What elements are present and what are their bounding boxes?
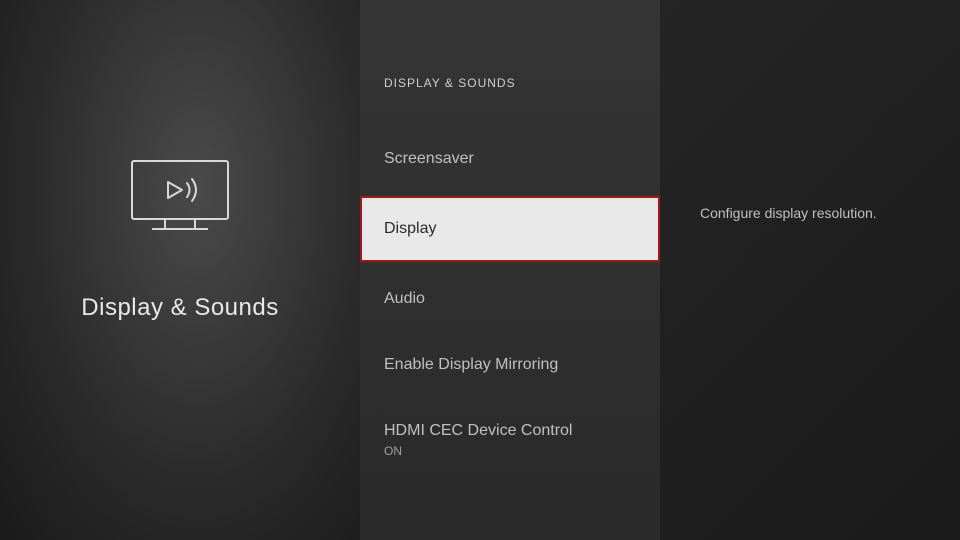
menu-item-screensaver[interactable]: Screensaver <box>360 130 660 188</box>
menu-item-label: Audio <box>384 290 425 307</box>
menu-item-sub-value: ON <box>384 444 636 458</box>
category-title: Display & Sounds <box>81 294 278 322</box>
menu-item-enable-display-mirroring[interactable]: Enable Display Mirroring <box>360 336 660 394</box>
menu-item-label: HDMI CEC Device Control <box>384 422 572 439</box>
menu-item-label: Screensaver <box>384 150 474 167</box>
category-panel: Display & Sounds <box>0 0 360 540</box>
menu-panel: DISPLAY & SOUNDS Screensaver Display Aud… <box>360 0 660 540</box>
menu-item-display[interactable]: Display <box>360 196 660 262</box>
menu-item-label: Enable Display Mirroring <box>384 356 558 373</box>
detail-description: Configure display resolution. <box>700 205 940 221</box>
menu-item-audio[interactable]: Audio <box>360 270 660 328</box>
section-header: DISPLAY & SOUNDS <box>360 76 660 130</box>
display-sounds-icon <box>130 159 230 244</box>
detail-panel: Configure display resolution. <box>660 0 960 540</box>
menu-item-label: Display <box>384 220 436 237</box>
menu-item-hdmi-cec[interactable]: HDMI CEC Device Control ON <box>360 402 660 478</box>
